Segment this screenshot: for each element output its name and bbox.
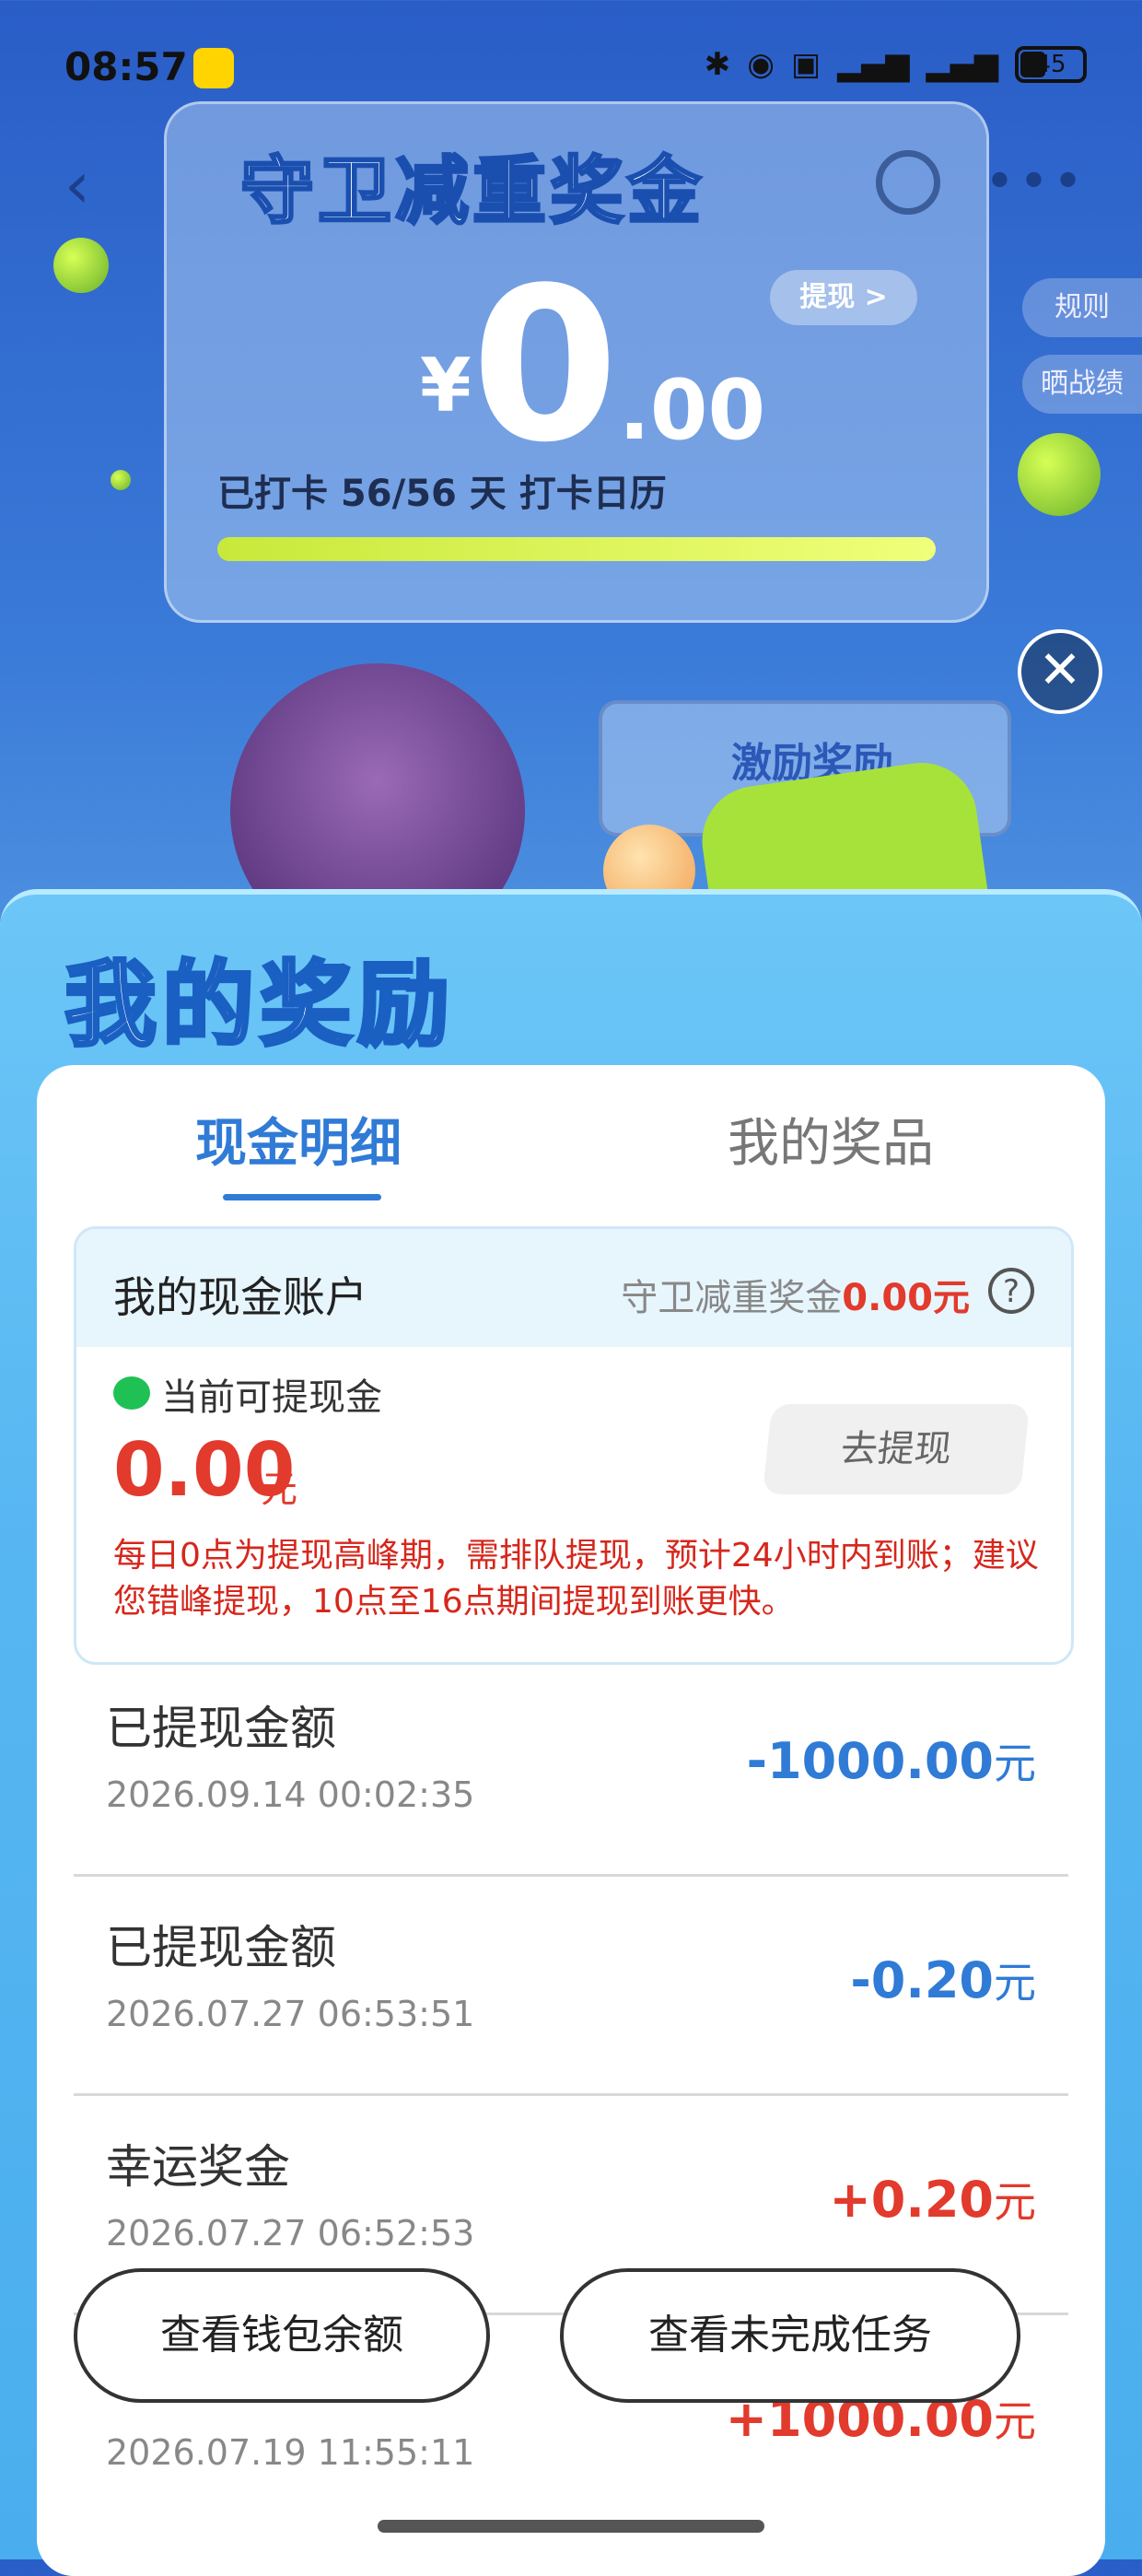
record-amount: -1000.00元 xyxy=(747,1730,1036,1791)
active-tab-indicator xyxy=(223,1194,381,1200)
amount-decimal: .00 xyxy=(618,362,766,459)
record-time: 2026.07.27 06:52:53 xyxy=(106,2213,475,2254)
battery-level: 45 xyxy=(1035,51,1066,78)
bonus-panel: 守卫减重奖金 提现 > ¥0.00 已打卡 56/56 天 打卡日历 xyxy=(164,101,989,623)
hd-icon: ▣ xyxy=(790,46,822,83)
fund-value: 0.00元 xyxy=(842,1277,970,1319)
currency-symbol: ¥ xyxy=(420,343,472,428)
share-icon[interactable] xyxy=(876,150,940,215)
view-unfinished-tasks-button[interactable]: 查看未完成任务 xyxy=(560,2268,1020,2403)
panel-title: 守卫减重奖金 xyxy=(239,147,705,236)
account-fund-summary: 守卫减重奖金0.00元 xyxy=(621,1268,970,1321)
help-icon[interactable]: ? xyxy=(988,1268,1034,1314)
status-icons: ✱ ◉ ▣ ▂▄▆ ▂▄▆ 45 xyxy=(705,46,1087,83)
record-amount: +0.20元 xyxy=(830,2169,1036,2230)
home-indicator[interactable] xyxy=(378,2520,764,2533)
record-title: 已提现金额 xyxy=(106,1702,336,1755)
decorative-bubble xyxy=(1018,433,1101,516)
available-cash-label: 当前可提现金 xyxy=(161,1376,382,1419)
withdraw-notice: 每日0点为提现高峰期，需排队提现，预计24小时内到账；建议您错峰提现，10点至1… xyxy=(113,1537,1039,1621)
amount-integer: 0 xyxy=(471,243,619,489)
sheet-title: 我的奖励 xyxy=(63,949,455,1060)
status-time: 08:57 xyxy=(64,44,188,89)
bluetooth-icon: ✱ xyxy=(704,46,731,83)
available-cash-unit: 元 xyxy=(261,1469,297,1511)
account-title: 我的现金账户 xyxy=(113,1272,367,1322)
record-title: 已提现金额 xyxy=(106,1921,336,1974)
record-time: 2026.09.14 00:02:35 xyxy=(106,1774,475,1815)
fund-label: 守卫减重奖金 xyxy=(621,1277,843,1319)
rules-button[interactable]: 规则 xyxy=(1022,278,1142,337)
record-amount-unit: 元 xyxy=(994,1958,1036,2008)
account-header: 我的现金账户 守卫减重奖金0.00元 ? xyxy=(76,1229,1071,1347)
view-wallet-balance-button[interactable]: 查看钱包余额 xyxy=(74,2268,490,2403)
decorative-bubble xyxy=(53,238,109,293)
checkin-progress-bar xyxy=(217,537,936,561)
tab-bar: 现金明细 我的奖品 xyxy=(37,1065,1105,1203)
tab-my-prizes[interactable]: 我的奖品 xyxy=(728,1102,934,1177)
signal-5g-icon: ▂▄▆ xyxy=(926,46,998,83)
record-amount-unit: 元 xyxy=(994,2177,1036,2227)
record-amount-unit: 元 xyxy=(994,1739,1036,1788)
close-icon[interactable]: ✕ xyxy=(1018,629,1102,714)
record-amount-unit: 元 xyxy=(994,2396,1036,2446)
share-results-button[interactable]: 晒战绩 xyxy=(1022,355,1142,414)
panel-amount: ¥0.00 xyxy=(420,261,765,473)
cash-account-box: 我的现金账户 守卫减重奖金0.00元 ? 当前可提现金 0.00 元 去提现 每… xyxy=(74,1226,1074,1665)
back-icon[interactable]: ‹ xyxy=(64,147,90,223)
tab-cash-details[interactable]: 现金明细 xyxy=(195,1102,402,1177)
record-amount-value: -0.20 xyxy=(850,1951,994,2009)
location-icon: ◉ xyxy=(747,46,775,83)
signal-5g-icon: ▂▄▆ xyxy=(837,46,910,83)
wechat-icon xyxy=(113,1376,150,1410)
list-item: 已提现金额 2026.07.27 06:53:51 -0.20元 xyxy=(74,1874,1068,2096)
record-time: 2026.07.27 06:53:51 xyxy=(106,1994,475,2034)
record-title: 幸运奖金 xyxy=(106,2140,290,2194)
checkin-calendar-link[interactable]: 已打卡 56/56 天 打卡日历 xyxy=(217,463,667,517)
list-item: 已提现金额 2026.09.14 00:02:35 -1000.00元 xyxy=(74,1655,1068,1877)
decorative-bubble xyxy=(111,470,131,490)
record-amount-value: +0.20 xyxy=(829,2171,994,2229)
more-options-icon[interactable]: ••• xyxy=(985,152,1087,212)
battery-icon: 45 xyxy=(1015,46,1087,83)
record-amount: -0.20元 xyxy=(850,1950,1036,2010)
record-amount-value: -1000.00 xyxy=(746,1732,994,1790)
go-withdraw-button[interactable]: 去提现 xyxy=(762,1404,1031,1494)
app-notification-icon xyxy=(193,48,234,88)
panel-withdraw-button[interactable]: 提现 > xyxy=(770,270,917,325)
record-time: 2026.07.19 11:55:11 xyxy=(106,2432,475,2473)
